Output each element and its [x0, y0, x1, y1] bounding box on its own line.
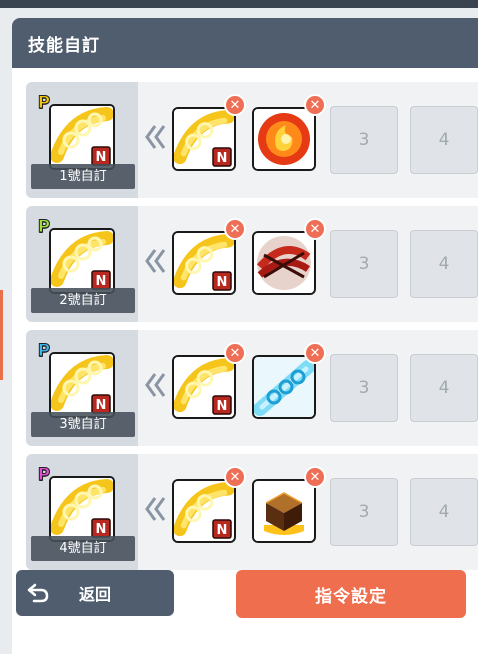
empty-skill-slot[interactable]: 3: [330, 230, 398, 298]
skill-slot-2[interactable]: [252, 107, 316, 171]
new-badge-icon: N: [91, 394, 111, 414]
empty-skill-slot[interactable]: 4: [410, 230, 478, 298]
preset-label: 1號自訂: [31, 164, 135, 189]
preset-main-1[interactable]: P N 1號自訂: [26, 82, 138, 198]
remove-skill-button[interactable]: ✕: [304, 466, 326, 488]
skill-slot-1[interactable]: N: [172, 231, 236, 295]
remove-skill-button[interactable]: ✕: [304, 218, 326, 240]
double-chevron-left-icon: [145, 497, 166, 521]
svg-text:N: N: [217, 523, 228, 538]
remove-skill-button[interactable]: ✕: [304, 94, 326, 116]
lava-cube-icon: [254, 481, 314, 541]
svg-text:N: N: [96, 150, 107, 165]
remove-skill-button[interactable]: ✕: [224, 94, 246, 116]
double-chevron-left-icon: [145, 249, 166, 273]
skill-custom-panel: 技能自訂 P N 1號自訂 N ✕ ✕ 3 4 P N 2號自訂 N ✕ ✕ 3…: [12, 18, 478, 654]
back-button-label: 返回: [78, 585, 111, 604]
svg-text:N: N: [96, 274, 107, 289]
skill-slot-2[interactable]: [252, 479, 316, 543]
empty-skill-slot[interactable]: 4: [410, 106, 478, 174]
skill-slot-2[interactable]: [252, 231, 316, 295]
empty-skill-slot[interactable]: 3: [330, 478, 398, 546]
panel-header: 技能自訂: [12, 18, 478, 68]
double-chevron-left-icon: [145, 125, 166, 149]
left-accent: [0, 290, 3, 380]
new-badge-icon: N: [91, 518, 111, 538]
preset-row-1: P N 1號自訂 N ✕ ✕ 3 4: [26, 82, 478, 198]
main-skill-slot[interactable]: N: [49, 476, 115, 542]
skill-slot-2[interactable]: [252, 355, 316, 419]
svg-text:N: N: [217, 399, 228, 414]
crimson-slash-icon: [254, 233, 314, 293]
preset-row-3: P N 3號自訂 N ✕ ✕ 3 4: [26, 330, 478, 446]
preset-label: 3號自訂: [31, 412, 135, 437]
fire-orb-icon: [254, 109, 314, 169]
preset-list: P N 1號自訂 N ✕ ✕ 3 4 P N 2號自訂 N ✕ ✕ 3 4 P …: [26, 82, 478, 578]
svg-text:N: N: [96, 522, 107, 537]
new-badge-icon: N: [212, 395, 232, 415]
new-badge-icon: N: [212, 519, 232, 539]
remove-skill-button[interactable]: ✕: [224, 342, 246, 364]
main-skill-slot[interactable]: N: [49, 104, 115, 170]
skill-slot-1[interactable]: N: [172, 479, 236, 543]
preset-label: 4號自訂: [31, 536, 135, 561]
svg-text:N: N: [217, 151, 228, 166]
top-strip: [0, 0, 478, 8]
preset-label: 2號自訂: [31, 288, 135, 313]
skill-slot-1[interactable]: N: [172, 355, 236, 419]
remove-skill-button[interactable]: ✕: [224, 218, 246, 240]
back-button[interactable]: 返回: [16, 570, 174, 616]
command-settings-button[interactable]: 指令設定: [236, 570, 466, 618]
preset-main-3[interactable]: P N 3號自訂: [26, 330, 138, 446]
remove-skill-button[interactable]: ✕: [304, 342, 326, 364]
new-badge-icon: N: [212, 147, 232, 167]
main-skill-slot[interactable]: N: [49, 228, 115, 294]
command-button-label: 指令設定: [315, 586, 387, 607]
empty-skill-slot[interactable]: 3: [330, 106, 398, 174]
empty-skill-slot[interactable]: 3: [330, 354, 398, 422]
panel-title: 技能自訂: [28, 35, 100, 56]
svg-text:N: N: [96, 398, 107, 413]
preset-row-4: P N 4號自訂 N ✕ ✕ 3 4: [26, 454, 478, 570]
svg-text:N: N: [217, 275, 228, 290]
back-arrow-icon: [27, 583, 49, 603]
preset-main-4[interactable]: P N 4號自訂: [26, 454, 138, 570]
double-chevron-left-icon: [145, 373, 166, 397]
preset-row-2: P N 2號自訂 N ✕ ✕ 3 4: [26, 206, 478, 322]
bottom-actions: 返回 指令設定: [16, 570, 466, 620]
main-skill-slot[interactable]: N: [49, 352, 115, 418]
ice-chain-icon: [254, 357, 314, 417]
remove-skill-button[interactable]: ✕: [224, 466, 246, 488]
empty-skill-slot[interactable]: 4: [410, 478, 478, 546]
empty-skill-slot[interactable]: 4: [410, 354, 478, 422]
preset-main-2[interactable]: P N 2號自訂: [26, 206, 138, 322]
new-badge-icon: N: [212, 271, 232, 291]
skill-slot-1[interactable]: N: [172, 107, 236, 171]
new-badge-icon: N: [91, 146, 111, 166]
new-badge-icon: N: [91, 270, 111, 290]
